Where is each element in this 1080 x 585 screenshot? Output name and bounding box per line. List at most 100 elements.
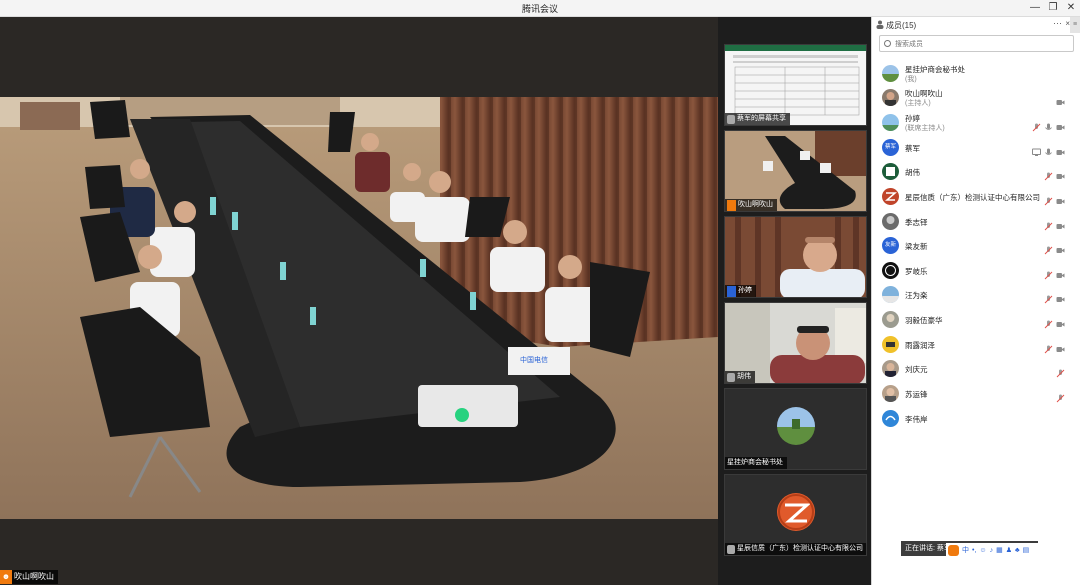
punctuation-icon[interactable]: •,	[972, 547, 976, 554]
camera-icon[interactable]	[1056, 242, 1065, 253]
member-search-box[interactable]	[879, 35, 1074, 52]
member-role: (我)	[905, 76, 917, 83]
thumbnail-participant[interactable]: 星挂炉商会秘书处	[724, 388, 867, 470]
thumbnail-label: 孙婷	[725, 285, 756, 297]
member-name: 刘庆元	[905, 365, 928, 374]
member-row[interactable]: 苏运锋	[872, 382, 1080, 406]
member-row[interactable]: 星辰信质（广东）检测认证中心有限公司	[872, 185, 1080, 209]
member-name: 罗岐乐	[905, 267, 928, 276]
user-icon[interactable]: ♟	[1006, 546, 1012, 554]
ime-language-toggle[interactable]: 中	[962, 545, 969, 555]
member-role: (主持人)	[905, 100, 931, 107]
member-avatar	[882, 65, 899, 82]
member-row[interactable]: 雨露润泽	[872, 333, 1080, 357]
thumbnail-participant[interactable]: 吹山啊吹山	[724, 130, 867, 212]
main-video[interactable]: 中国电信	[0, 97, 718, 519]
camera-icon[interactable]	[1056, 218, 1065, 229]
thumbnail-screen-share[interactable]: 蔡军的屏幕共享	[724, 44, 867, 126]
participant-avatar	[776, 407, 815, 445]
member-avatar	[882, 385, 899, 402]
muted-microphone-icon[interactable]	[1044, 218, 1053, 231]
member-row[interactable]: 李伟岸	[872, 407, 1080, 431]
member-row[interactable]: 羽毅伍豪华	[872, 308, 1080, 332]
muted-microphone-icon[interactable]	[1032, 119, 1041, 132]
camera-icon[interactable]	[1056, 144, 1065, 155]
camera-icon[interactable]	[1056, 316, 1065, 327]
restore-button[interactable]: ❐	[1044, 0, 1062, 17]
emoji-icon[interactable]: ☺	[979, 547, 986, 554]
ime-logo-icon[interactable]	[948, 544, 959, 556]
member-row[interactable]: 友新 梁友新	[872, 234, 1080, 258]
company-logo-avatar	[776, 493, 815, 531]
member-name: 季志铎	[905, 218, 928, 227]
muted-microphone-icon[interactable]	[1044, 168, 1053, 181]
mic-icon	[727, 372, 735, 382]
member-row[interactable]: 吹山啊吹山 (主持人)	[872, 86, 1080, 110]
member-name: 苏运锋	[905, 390, 928, 399]
skin-icon[interactable]: ♣	[1015, 547, 1020, 554]
camera-icon[interactable]	[1056, 119, 1065, 130]
close-button[interactable]: ✕	[1062, 0, 1080, 17]
thumbnail-participant[interactable]: 星辰信质（广东）检测认证中心有限公司	[724, 474, 867, 556]
microphone-icon[interactable]	[1044, 144, 1053, 155]
member-row[interactable]: 罗岐乐	[872, 259, 1080, 283]
member-name: 梁友新	[905, 242, 928, 251]
user-icon	[727, 285, 736, 297]
people-icon	[876, 20, 884, 29]
member-name: 胡伟	[905, 168, 920, 177]
thumbnail-label: 胡伟	[725, 371, 755, 383]
member-name: 汪为楽	[905, 291, 928, 300]
user-icon: ☻	[0, 570, 12, 584]
member-avatar	[882, 188, 899, 205]
panel-menu-icon[interactable]: ≡	[1070, 17, 1080, 33]
member-search-input[interactable]	[895, 38, 1065, 50]
muted-microphone-icon[interactable]	[1044, 291, 1053, 304]
microphone-icon[interactable]	[1044, 119, 1053, 130]
keyboard-icon[interactable]: ▦	[996, 546, 1003, 554]
member-row[interactable]: 胡伟	[872, 160, 1080, 184]
more-options-icon[interactable]: ···	[1053, 18, 1062, 28]
active-speaker-tag: ☻ 吹山啊吹山	[0, 570, 58, 584]
camera-icon[interactable]	[1056, 168, 1065, 179]
member-name: 羽毅伍豪华	[905, 316, 943, 325]
member-row[interactable]: 季志铎	[872, 210, 1080, 234]
main-stage: 中国电信 ☻ 吹山啊吹山	[0, 17, 718, 585]
camera-icon[interactable]	[1056, 193, 1065, 204]
member-row[interactable]: 孙婷 (联席主持人)	[872, 111, 1080, 135]
muted-microphone-icon[interactable]	[1056, 365, 1065, 378]
participant-avatar	[776, 493, 815, 531]
muted-microphone-icon[interactable]	[1044, 316, 1053, 329]
active-speaker-name: 吹山啊吹山	[14, 572, 54, 581]
member-name: 星辰信质（广东）检测认证中心有限公司	[905, 193, 1040, 202]
ime-toolbar[interactable]: 中 •, ☺ ♪ ▦ ♟ ♣ ▤	[946, 543, 1064, 557]
thumbnail-label: 吹山啊吹山	[725, 199, 777, 211]
member-avatar	[882, 311, 899, 328]
camera-icon[interactable]	[1056, 291, 1065, 302]
member-avatar	[882, 360, 899, 377]
muted-microphone-icon[interactable]	[1044, 242, 1053, 255]
camera-icon[interactable]	[1056, 267, 1065, 278]
muted-microphone-icon[interactable]	[1056, 390, 1065, 403]
member-row[interactable]: 汪为楽	[872, 283, 1080, 307]
toolbox-icon[interactable]: ▤	[1023, 546, 1030, 554]
member-row[interactable]: 蔡军 蔡军	[872, 136, 1080, 160]
member-row[interactable]: 星挂炉商会秘书处 (我)	[872, 62, 1080, 86]
screen-share-icon[interactable]	[1032, 144, 1041, 156]
muted-microphone-icon[interactable]	[1044, 267, 1053, 280]
microphone-icon[interactable]: ♪	[990, 547, 994, 554]
muted-microphone-icon[interactable]	[1044, 341, 1053, 354]
camera-icon[interactable]	[1056, 341, 1065, 352]
thumbnail-participant[interactable]: 胡伟	[724, 302, 867, 384]
minimize-button[interactable]: —	[1026, 0, 1044, 17]
member-avatar	[882, 262, 899, 279]
landscape-avatar-image	[776, 407, 815, 445]
camera-icon[interactable]	[1056, 94, 1065, 105]
thumbnail-participant[interactable]: 孙婷	[724, 216, 867, 298]
member-avatar: 蔡军	[882, 139, 899, 156]
members-panel-header: 成员(15) ··· × ≡	[872, 17, 1080, 33]
member-name: 蔡军	[905, 144, 920, 153]
member-row[interactable]: 刘庆元	[872, 357, 1080, 381]
muted-microphone-icon[interactable]	[1044, 193, 1053, 206]
member-avatar	[882, 213, 899, 230]
member-name: 雨露润泽	[905, 341, 935, 350]
